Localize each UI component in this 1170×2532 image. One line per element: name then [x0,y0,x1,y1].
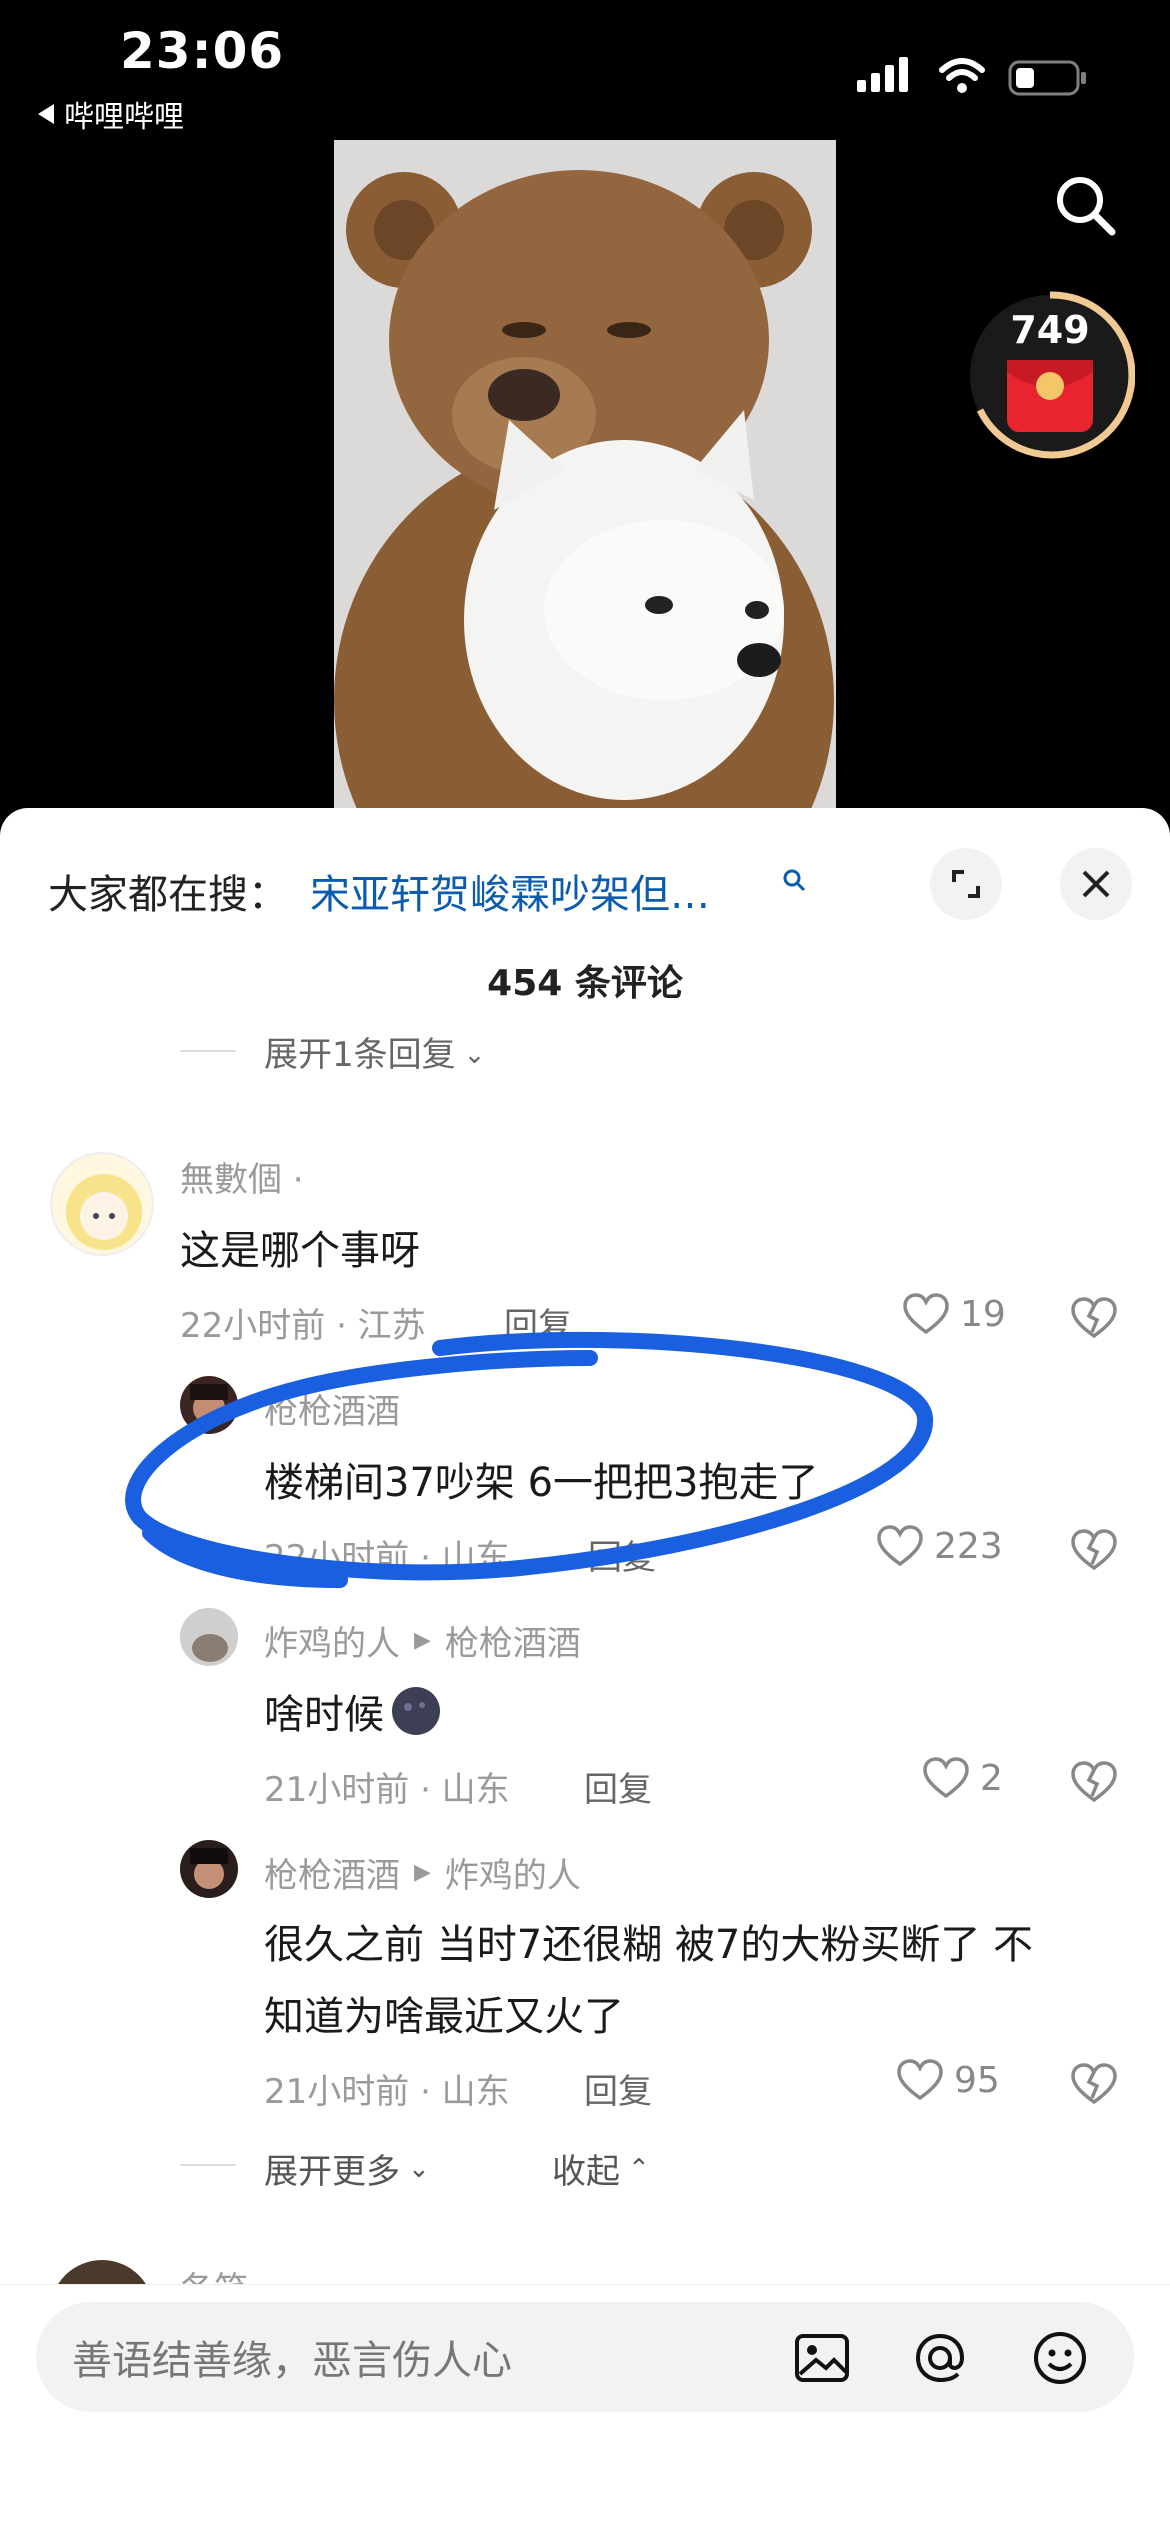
battery-icon [1008,60,1086,96]
image-icon[interactable] [792,2328,852,2388]
expand-fullscreen-button[interactable] [930,848,1002,920]
close-icon [1082,870,1110,898]
cellular-signal-icon [857,57,908,92]
comment-input-placeholder: 善语结善缘，恶言伤人心 [72,2338,512,2384]
divider [180,2164,236,2166]
collapse-button[interactable]: 收起 ⌃ [552,2144,650,2193]
comment-meta: 21小时前 · 山东 [264,1770,510,1810]
hand-drawn-circle-annotation [125,1331,933,1588]
close-button[interactable] [1060,848,1132,920]
comment-sheet: 大家都在搜： 宋亚轩贺峻霖吵架但… 454 条评论 展开1条回复 ⌄ 無數個 ·… [0,808,1170,2532]
wifi-icon [939,58,985,93]
reply-to-author[interactable]: 枪枪酒酒 [445,1616,581,1665]
dislike-broken-heart-icon[interactable] [1070,1528,1118,1572]
expand-more-label: 展开更多 [264,2152,400,2192]
heart-icon [923,1757,969,1799]
expand-more-button[interactable]: 展开更多 ⌄ [264,2144,430,2193]
expand-previous-label: 展开1条回复 [264,1035,456,1070]
like-count: 95 [954,2059,1000,2101]
like-count: 2 [980,1757,1003,1799]
chevron-down-icon: ⌄ [408,2153,430,2184]
comment-text: 啥时候 [264,1692,384,1738]
reply-arrow-icon: ▶ [414,1628,431,1653]
like-count: 19 [960,1293,1006,1335]
reply-header: 枪枪酒酒 ▶ 炸鸡的人 [264,1848,581,1897]
back-to-app-link[interactable]: 哔哩哔哩 [38,92,184,136]
emoji-icon[interactable] [1030,2328,1090,2388]
user-photo-avatar-icon [190,1848,228,1889]
status-bar: 23:06 哔哩哔哩 [0,0,1170,150]
red-packet-count: 749 [1010,308,1090,352]
anime-girl-avatar-icon [66,1174,142,1250]
back-app-label: 哔哩哔哩 [64,100,184,135]
collapse-label: 收起 [552,2152,620,2192]
at-mention-icon[interactable] [910,2328,970,2388]
reply-button[interactable]: 回复 [584,2064,652,2113]
comment-author[interactable]: 炸鸡的人 [264,1616,400,1665]
search-icon[interactable] [1050,170,1120,240]
avatar[interactable] [180,1840,238,1898]
comment-count: 454 条评论 [487,963,683,1004]
dislike-broken-heart-icon[interactable] [1070,1760,1118,1804]
dislike-broken-heart-icon[interactable] [1070,1296,1118,1340]
reply-header: 炸鸡的人 ▶ 枪枪酒酒 [264,1616,581,1665]
expand-previous-replies-button[interactable]: 展开1条回复 ⌄ [264,1030,485,1070]
comment-author[interactable]: 枪枪酒酒 [264,1848,400,1897]
divider [180,1050,236,1052]
reply-arrow-icon: ▶ [414,1860,431,1885]
bear-and-dog-video-frame [334,140,836,810]
expand-icon [952,870,980,898]
comment-text-line-2: 知道为啥最近又火了 [264,1994,624,2040]
back-triangle-icon [38,104,54,124]
trending-search-icon[interactable] [780,866,810,896]
video-player[interactable] [334,140,836,810]
dislike-broken-heart-icon[interactable] [1070,2062,1118,2106]
avatar[interactable] [180,1608,238,1666]
status-time: 23:06 [120,22,285,80]
trending-query-link[interactable]: 宋亚轩贺峻霖吵架但… [310,862,710,920]
comment-author[interactable]: 無數個 · [180,1152,304,1201]
trending-label: 大家都在搜： [48,872,288,918]
like-button[interactable]: 95 [896,2058,1000,2102]
comment-meta: 21小时前 · 山东 [264,2072,510,2112]
reply-button[interactable]: 回复 [584,1762,652,1811]
comment-text-row: 啥时候 [264,1682,444,1740]
user-photo-avatar-icon [180,1608,238,1666]
avatar[interactable] [50,1152,154,1256]
chevron-up-icon: ⌃ [628,2153,650,2184]
comment-text-line-1: 很久之前 当时7还很糊 被7的大粉买断了 不 [264,1922,1034,1968]
heart-icon [897,2059,943,2101]
comment-text: 这是哪个事呀 [180,1228,420,1274]
chevron-down-icon: ⌄ [463,1040,486,1070]
reply-to-author[interactable]: 炸鸡的人 [445,1848,581,1897]
dark-moon-emoji-icon [392,1687,440,1735]
like-button[interactable]: 2 [922,1756,1003,1800]
